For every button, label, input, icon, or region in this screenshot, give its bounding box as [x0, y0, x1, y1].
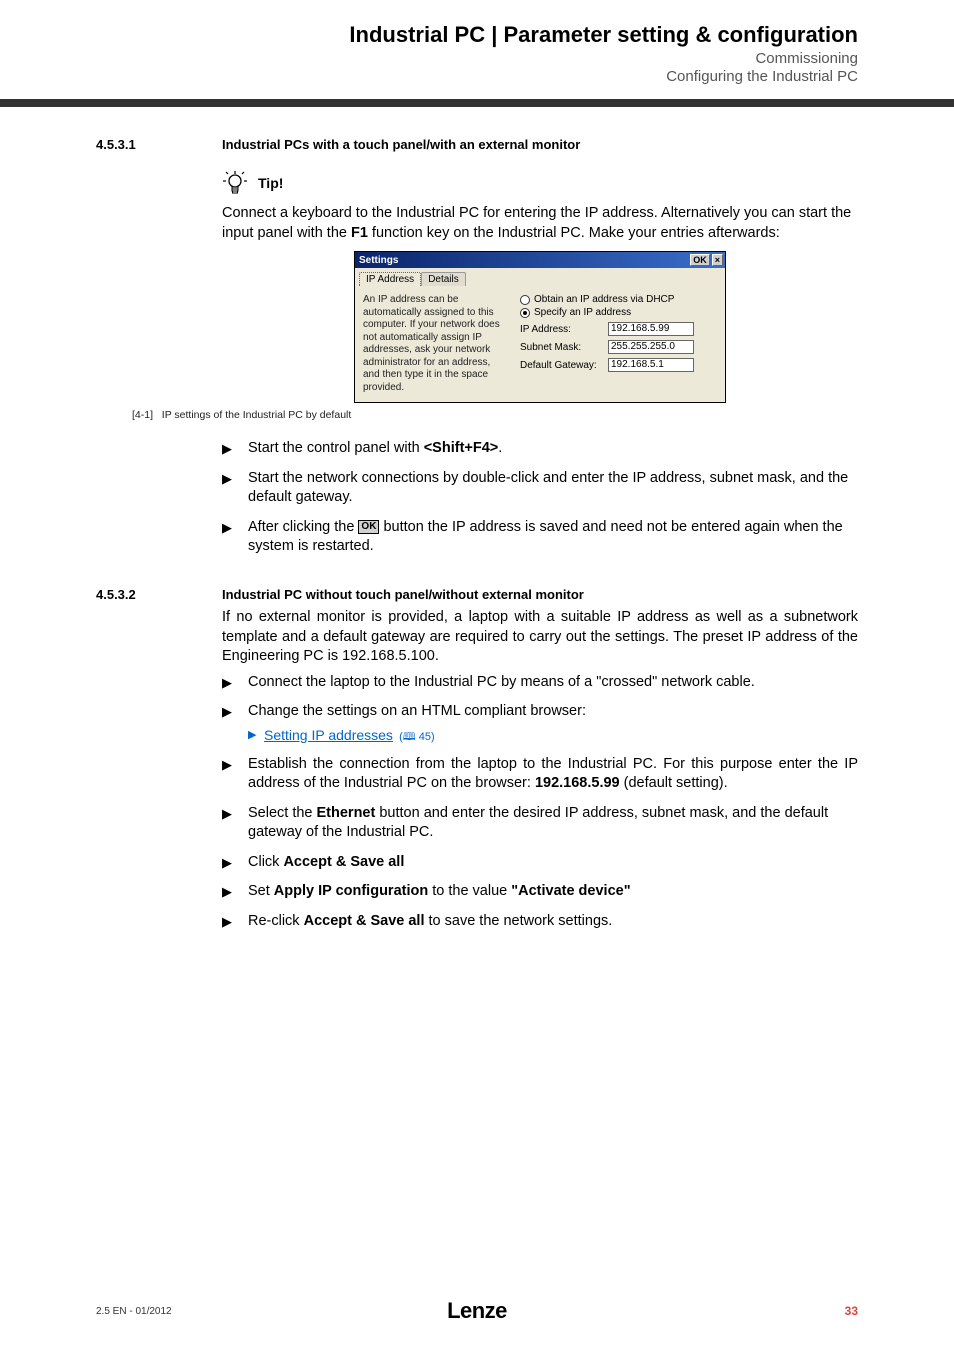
radio-icon [520, 308, 530, 318]
header-rule [0, 99, 954, 107]
header-sub1: Commissioning [0, 50, 858, 67]
gateway-label: Default Gateway: [520, 360, 608, 371]
section-heading-1: 4.5.3.1 Industrial PCs with a touch pane… [96, 137, 858, 152]
b3-pre: After clicking the [248, 519, 358, 535]
section-heading-2: 4.5.3.2 Industrial PC without touch pane… [96, 587, 858, 602]
header-title: Industrial PC | Parameter setting & conf… [0, 22, 858, 48]
settings-dialog: Settings OK × IP Address Details An IP a… [354, 251, 726, 403]
arrow-icon: ▶ [222, 912, 248, 932]
b1-pre: Start the control panel with [248, 440, 424, 456]
caption-num: [4-1] [132, 409, 153, 421]
b7-pre: Re-click [248, 913, 304, 929]
section-number: 4.5.3.1 [96, 137, 222, 152]
lightbulb-icon [222, 170, 248, 196]
b4-bold: Ethernet [317, 805, 376, 821]
b6-bold1: Apply IP configuration [274, 883, 428, 899]
dialog-ok-button[interactable]: OK [690, 254, 710, 266]
radio-specify[interactable]: Specify an IP address [520, 307, 717, 318]
figure-caption: [4-1] IP settings of the Industrial PC b… [132, 409, 858, 421]
b5-bold: Accept & Save all [283, 854, 404, 870]
dialog-tabs: IP Address Details [355, 268, 725, 286]
arrow-filled-icon: ▶ [248, 726, 264, 745]
section-title: Industrial PCs with a touch panel/with a… [222, 137, 580, 152]
footer-logo: Lenze [350, 1298, 604, 1324]
dialog-close-button[interactable]: × [712, 254, 723, 266]
arrow-icon: ▶ [222, 518, 248, 557]
list-item: ▶ After clicking the OK button the IP ad… [222, 518, 858, 557]
ip-input[interactable]: 192.168.5.99 [608, 322, 694, 336]
b3-post: (default setting). [620, 775, 728, 791]
mask-input[interactable]: 255.255.255.0 [608, 340, 694, 354]
footer-page-number: 33 [604, 1304, 858, 1318]
list-item: ▶ Change the settings on an HTML complia… [222, 702, 858, 744]
section-title: Industrial PC without touch panel/withou… [222, 587, 584, 602]
b7-post: to save the network settings. [425, 913, 613, 929]
bullet-list-1: ▶ Start the control panel with <Shift+F4… [222, 439, 858, 557]
page-footer: 2.5 EN - 01/2012 Lenze 33 [0, 1298, 954, 1324]
tab-details[interactable]: Details [421, 272, 466, 286]
gateway-input[interactable]: 192.168.5.1 [608, 358, 694, 372]
b2-body: Change the settings on an HTML compliant… [248, 703, 586, 719]
b3-bold: 192.168.5.99 [535, 775, 620, 791]
arrow-icon: ▶ [222, 673, 248, 693]
list-item: ▶ Click Accept & Save all [222, 853, 858, 873]
ok-badge-icon: OK [358, 520, 379, 534]
b6-bold2: "Activate device" [511, 883, 630, 899]
footer-version: 2.5 EN - 01/2012 [96, 1306, 350, 1317]
b6-mid: to the value [428, 883, 511, 899]
radio-specify-label: Specify an IP address [534, 307, 631, 318]
tip-row: Tip! [222, 170, 858, 196]
page-header: Industrial PC | Parameter setting & conf… [0, 0, 954, 85]
b6-pre: Set [248, 883, 274, 899]
ip-label: IP Address: [520, 324, 608, 335]
arrow-icon: ▶ [222, 469, 248, 508]
caption-text: IP settings of the Industrial PC by defa… [162, 409, 352, 421]
tip-body: Connect a keyboard to the Industrial PC … [222, 204, 858, 243]
radio-dhcp[interactable]: Obtain an IP address via DHCP [520, 294, 717, 305]
sub-bullet: ▶ Setting IP addresses (🕮 45) [248, 726, 858, 745]
section2-intro: If no external monitor is provided, a la… [222, 608, 858, 667]
arrow-icon: ▶ [222, 882, 248, 902]
b4-pre: Select the [248, 805, 317, 821]
section-number: 4.5.3.2 [96, 587, 222, 602]
list-item: ▶ Establish the connection from the lapt… [222, 755, 858, 794]
tab-ip-address[interactable]: IP Address [359, 272, 421, 286]
setting-ip-link[interactable]: Setting IP addresses [264, 727, 393, 743]
tip-body-bold: F1 [351, 225, 368, 241]
arrow-icon: ▶ [222, 804, 248, 843]
list-item: ▶ Re-click Accept & Save all to save the… [222, 912, 858, 932]
list-item: ▶ Connect the laptop to the Industrial P… [222, 673, 858, 693]
tip-body-post: function key on the Industrial PC. Make … [368, 225, 780, 241]
tip-label: Tip! [258, 175, 283, 191]
b5-pre: Click [248, 854, 283, 870]
arrow-icon: ▶ [222, 755, 248, 794]
list-item: ▶ Start the control panel with <Shift+F4… [222, 439, 858, 459]
list-item: ▶ Select the Ethernet button and enter t… [222, 804, 858, 843]
b7-bold: Accept & Save all [304, 913, 425, 929]
radio-dhcp-label: Obtain an IP address via DHCP [534, 294, 674, 305]
b2-body: Start the network connections by double-… [248, 469, 858, 508]
b1-bold: <Shift+F4> [424, 440, 499, 456]
b1-body: Connect the laptop to the Industrial PC … [248, 673, 858, 693]
bullet-list-2: ▶ Connect the laptop to the Industrial P… [222, 673, 858, 932]
arrow-icon: ▶ [222, 853, 248, 873]
list-item: ▶ Set Apply IP configuration to the valu… [222, 882, 858, 902]
dialog-title: Settings [357, 255, 688, 266]
b1-post: . [498, 440, 502, 456]
dialog-titlebar: Settings OK × [355, 252, 725, 268]
radio-icon [520, 295, 530, 305]
pageref: (🕮 45) [399, 731, 435, 743]
dialog-helptext: An IP address can be automatically assig… [363, 294, 508, 394]
arrow-icon: ▶ [222, 702, 248, 744]
arrow-icon: ▶ [222, 439, 248, 459]
header-sub2: Configuring the Industrial PC [0, 68, 858, 85]
mask-label: Subnet Mask: [520, 342, 608, 353]
list-item: ▶ Start the network connections by doubl… [222, 469, 858, 508]
